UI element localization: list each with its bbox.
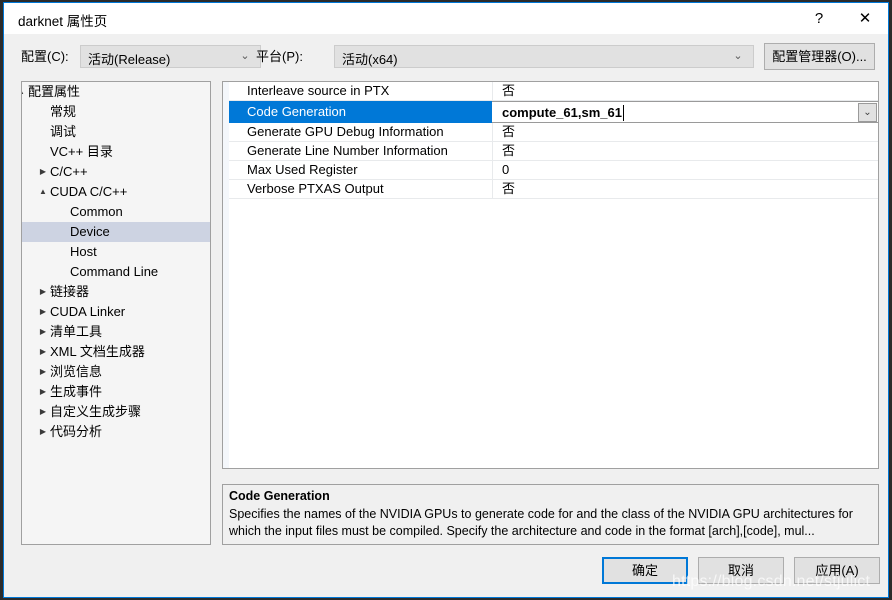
column-splitter (492, 123, 493, 142)
column-splitter (492, 180, 493, 199)
tree-item-device[interactable]: Device (22, 222, 210, 242)
description-title: Code Generation (229, 489, 330, 503)
chevron-down-icon: ⌄ (240, 50, 250, 62)
property-value[interactable]: 否 (502, 180, 874, 199)
chevron-expanded-icon[interactable]: ▲ (22, 82, 28, 102)
chevron-collapsed-icon[interactable]: ▶ (36, 162, 50, 182)
tree-item-label: CUDA C/C++ (50, 184, 128, 199)
tree-item-label: 配置属性 (28, 84, 81, 99)
configuration-manager-button[interactable]: 配置管理器(O)... (764, 43, 875, 70)
tree-item-代码分析[interactable]: ▶ 代码分析 (22, 422, 210, 442)
tree-item-host[interactable]: Host (22, 242, 210, 262)
ok-button[interactable]: 确定 (602, 557, 688, 584)
property-value[interactable]: 否 (502, 82, 874, 101)
property-row-selected[interactable]: Code Generation compute_61,sm_61 ⌄ (229, 101, 878, 123)
property-name: Generate GPU Debug Information (247, 124, 444, 139)
cancel-button[interactable]: 取消 (698, 557, 784, 584)
property-name: Code Generation (247, 104, 347, 119)
tree-item-label: Host (70, 244, 97, 259)
property-value[interactable]: 否 (502, 123, 874, 142)
tree-item-label: Command Line (70, 264, 159, 279)
window-title: darknet 属性页 (18, 14, 108, 29)
close-icon[interactable]: ✕ (842, 3, 888, 34)
tree-item-label: 链接器 (50, 284, 90, 299)
tree-item-label: XML 文档生成器 (50, 344, 145, 359)
tree-item-调试[interactable]: 调试 (22, 122, 210, 142)
text-caret (623, 105, 624, 121)
property-row[interactable]: Generate Line Number Information 否 (229, 142, 878, 161)
chevron-collapsed-icon[interactable]: ▶ (36, 362, 50, 382)
help-icon[interactable]: ? (796, 3, 842, 34)
configuration-toolbar: 配置(C): 活动(Release) ⌄ 平台(P): 活动(x64) ⌄ 配置… (4, 34, 888, 75)
property-row[interactable]: Interleave source in PTX 否 (229, 82, 878, 101)
tree-item-生成事件[interactable]: ▶ 生成事件 (22, 382, 210, 402)
chevron-collapsed-icon[interactable]: ▶ (36, 342, 50, 362)
tree-item-label: Common (70, 204, 123, 219)
property-value[interactable]: 0 (502, 161, 874, 180)
platform-combobox[interactable]: 活动(x64) ⌄ (334, 45, 754, 68)
chevron-collapsed-icon[interactable]: ▶ (36, 402, 50, 422)
tree-item-浏览信息[interactable]: ▶ 浏览信息 (22, 362, 210, 382)
chevron-down-icon[interactable]: ⌄ (858, 103, 877, 122)
value-editor[interactable]: compute_61,sm_61 ⌄ (492, 101, 878, 123)
chevron-collapsed-icon[interactable]: ▶ (36, 422, 50, 442)
column-splitter (492, 142, 493, 161)
platform-label: 平台(P): (256, 49, 303, 64)
property-name: Interleave source in PTX (247, 83, 390, 98)
tree-item-xml-文档生成器[interactable]: ▶ XML 文档生成器 (22, 342, 210, 362)
tree-item-配置属性[interactable]: ▲配置属性 (22, 82, 210, 102)
description-body: Specifies the names of the NVIDIA GPUs t… (229, 507, 853, 538)
tree-item-command-line[interactable]: Command Line (22, 262, 210, 282)
chevron-down-icon: ⌄ (733, 50, 743, 62)
tree-item-链接器[interactable]: ▶ 链接器 (22, 282, 210, 302)
chevron-collapsed-icon[interactable]: ▶ (36, 282, 50, 302)
property-value[interactable]: 否 (502, 142, 874, 161)
configuration-value: 活动(Release) (88, 52, 171, 67)
tree-item-label: 清单工具 (50, 324, 103, 339)
chevron-collapsed-icon[interactable]: ▶ (36, 382, 50, 402)
apply-button[interactable]: 应用(A) (794, 557, 880, 584)
tree-item-label: CUDA Linker (50, 304, 126, 319)
tree-item-vc-目录[interactable]: VC++ 目录 (22, 142, 210, 162)
property-row[interactable]: Generate GPU Debug Information 否 (229, 123, 878, 142)
value-editor-text: compute_61,sm_61 (502, 105, 622, 120)
tree-item-label: 生成事件 (50, 384, 103, 399)
column-splitter (492, 82, 493, 101)
tree-item-label: 常规 (50, 104, 77, 119)
configuration-label: 配置(C): (21, 49, 69, 64)
property-row[interactable]: Verbose PTXAS Output 否 (229, 180, 878, 199)
platform-value: 活动(x64) (342, 52, 398, 67)
description-panel: Code Generation Specifies the names of t… (222, 484, 879, 545)
property-tree[interactable]: ▲配置属性常规调试VC++ 目录▶C/C++▲CUDA C/C++CommonD… (21, 81, 211, 545)
tree-item-label: 代码分析 (50, 424, 103, 439)
title-bar: darknet 属性页 ? ✕ (4, 3, 888, 34)
tree-item-label: 浏览信息 (50, 364, 103, 379)
property-name: Max Used Register (247, 162, 358, 177)
tree-item-c-c-[interactable]: ▶ C/C++ (22, 162, 210, 182)
chevron-collapsed-icon[interactable]: ▶ (36, 302, 50, 322)
property-pages-dialog: darknet 属性页 ? ✕ 配置(C): 活动(Release) ⌄ 平台(… (3, 2, 889, 598)
tree-item-label: 调试 (50, 124, 77, 139)
tree-item-cuda-linker[interactable]: ▶ CUDA Linker (22, 302, 210, 322)
chevron-expanded-icon[interactable]: ▲ (36, 182, 50, 202)
tree-item-自定义生成步骤[interactable]: ▶ 自定义生成步骤 (22, 402, 210, 422)
tree-item-label: Device (70, 224, 110, 239)
tree-item-label: VC++ 目录 (50, 144, 113, 159)
tree-item-清单工具[interactable]: ▶ 清单工具 (22, 322, 210, 342)
tree-item-cuda-c-c-[interactable]: ▲ CUDA C/C++ (22, 182, 210, 202)
tree-item-label: C/C++ (50, 164, 88, 179)
tree-item-label: 自定义生成步骤 (50, 404, 142, 419)
tree-item-common[interactable]: Common (22, 202, 210, 222)
tree-item-常规[interactable]: 常规 (22, 102, 210, 122)
property-grid[interactable]: Interleave source in PTX 否 Code Generation… (222, 81, 879, 469)
property-name: Generate Line Number Information (247, 143, 448, 158)
property-row[interactable]: Max Used Register 0 (229, 161, 878, 180)
column-splitter (492, 161, 493, 180)
chevron-collapsed-icon[interactable]: ▶ (36, 322, 50, 342)
grid-rows-container: Interleave source in PTX 否 Code Generation… (229, 82, 878, 199)
property-name: Verbose PTXAS Output (247, 181, 384, 196)
configuration-combobox[interactable]: 活动(Release) ⌄ (80, 45, 261, 68)
